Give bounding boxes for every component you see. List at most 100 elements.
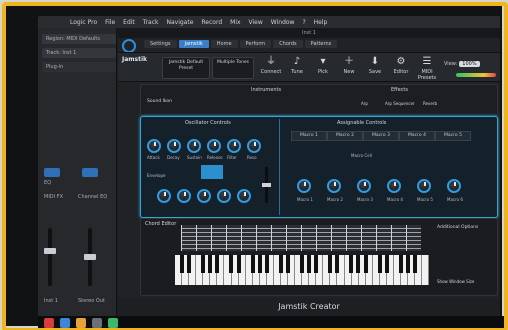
black-key[interactable] [328, 255, 333, 273]
black-key[interactable] [250, 255, 255, 273]
sound-slot[interactable]: Sound Ikon [147, 99, 172, 104]
menu-item[interactable]: View [249, 19, 263, 26]
macro-tab[interactable]: Macro 1 [291, 131, 327, 141]
effect-slot[interactable]: Reverb [423, 101, 437, 106]
menu-item[interactable]: Navigate [166, 19, 193, 26]
tab-home[interactable]: Home [210, 40, 238, 48]
black-key[interactable] [412, 255, 417, 273]
tone-selector[interactable]: Multiple Tones [212, 57, 254, 79]
menu-item[interactable]: Window [271, 19, 295, 26]
piano-keyboard[interactable] [175, 255, 430, 285]
sustain-knob[interactable] [187, 139, 201, 153]
fretboard[interactable] [181, 225, 421, 251]
black-key[interactable] [384, 255, 389, 273]
tab-perform[interactable]: Perform [239, 40, 272, 48]
macro3-knob[interactable] [357, 179, 371, 193]
depth-knob[interactable] [237, 189, 251, 203]
menu-item[interactable]: Logic Pro [70, 19, 97, 26]
midi-presets-button[interactable]: ☰ MIDI Presets [414, 55, 440, 81]
delay-knob[interactable] [197, 189, 211, 203]
macro5-knob[interactable] [417, 179, 431, 193]
view-zoom[interactable]: View: 100% [444, 61, 480, 67]
release-knob[interactable] [207, 139, 221, 153]
app-icon[interactable] [76, 318, 86, 328]
fader-handle[interactable] [84, 254, 96, 260]
macro-tab[interactable]: Macro 4 [399, 131, 435, 141]
effect-slot[interactable]: Arp Sequencer [385, 101, 415, 106]
env-knob[interactable] [157, 189, 171, 203]
black-key[interactable] [264, 255, 269, 273]
tab-jamstik[interactable]: Jamstik [178, 40, 209, 48]
power-icon[interactable] [122, 39, 136, 53]
menu-item[interactable]: Track [143, 19, 159, 26]
macro-tab[interactable]: Macro 5 [435, 131, 471, 141]
slider-handle[interactable] [262, 183, 271, 187]
tab-chords[interactable]: Chords [273, 40, 303, 48]
volume-meter[interactable] [456, 73, 496, 77]
black-key[interactable] [187, 255, 192, 273]
black-key[interactable] [229, 255, 234, 273]
black-key[interactable] [314, 255, 319, 273]
macro-tab[interactable]: Macro 3 [363, 131, 399, 141]
macro2-knob[interactable] [327, 179, 341, 193]
macro1-knob[interactable] [297, 179, 311, 193]
rate-knob[interactable] [217, 189, 231, 203]
app-icon[interactable] [92, 318, 102, 328]
macro-tab[interactable]: Macro 2 [327, 131, 363, 141]
black-key[interactable] [398, 255, 403, 273]
app-icon[interactable] [60, 318, 70, 328]
black-key[interactable] [180, 255, 185, 273]
black-key[interactable] [307, 255, 312, 273]
app-icon[interactable] [44, 318, 54, 328]
black-key[interactable] [356, 255, 361, 273]
volume-fader-inst[interactable] [44, 228, 56, 286]
save-button[interactable]: ⬇ Save [362, 55, 388, 79]
black-key[interactable] [363, 255, 368, 273]
menu-item[interactable]: Help [314, 19, 328, 26]
black-key[interactable] [257, 255, 262, 273]
tune-button[interactable]: ♪ Tune [284, 55, 310, 79]
menu-item[interactable]: Record [201, 19, 222, 26]
black-key[interactable] [278, 255, 283, 273]
menu-item[interactable]: Edit [123, 19, 135, 26]
plugin-slot[interactable]: Plug-in [42, 62, 116, 72]
black-key[interactable] [215, 255, 220, 273]
editor-button[interactable]: ⚙ Editor [388, 55, 414, 79]
pick-button[interactable]: ▾ Pick [310, 55, 336, 79]
filter-knob[interactable] [227, 139, 241, 153]
black-key[interactable] [349, 255, 354, 273]
black-key[interactable] [377, 255, 382, 273]
mix-slider[interactable] [262, 167, 271, 203]
black-key[interactable] [335, 255, 340, 273]
tab-patterns[interactable]: Patterns [304, 40, 338, 48]
inst-slot-button[interactable] [44, 168, 60, 177]
attack-knob[interactable] [147, 139, 161, 153]
black-key[interactable] [201, 255, 206, 273]
black-key[interactable] [236, 255, 241, 273]
connect-button[interactable]: ⏚ Connect [258, 55, 284, 79]
new-button[interactable]: ＋ New [336, 55, 362, 79]
black-key[interactable] [405, 255, 410, 273]
track-header[interactable]: Track: Inst 1 [42, 48, 116, 58]
preset-selector[interactable]: Jamstik Default Preset [162, 57, 210, 79]
macro4-knob[interactable] [387, 179, 401, 193]
black-key[interactable] [300, 255, 304, 273]
tab-settings[interactable]: Settings [144, 40, 177, 48]
black-key[interactable] [285, 255, 290, 273]
eq-slot-button[interactable] [82, 168, 98, 177]
show-window-button[interactable]: Show Window Size [437, 279, 474, 284]
reso-knob[interactable] [247, 139, 261, 153]
white-key[interactable] [422, 255, 430, 285]
region-header[interactable]: Region: MIDI Defaults [42, 34, 116, 44]
decay-knob[interactable] [167, 139, 181, 153]
menu-item[interactable]: File [105, 19, 115, 26]
black-key[interactable] [208, 255, 213, 273]
drive-knob[interactable] [177, 189, 191, 203]
effect-slot[interactable]: Arp [361, 101, 368, 106]
macro6-knob[interactable] [447, 179, 461, 193]
fader-handle[interactable] [44, 248, 56, 254]
app-icon[interactable] [108, 318, 118, 328]
menu-item[interactable]: ? [302, 19, 305, 26]
volume-fader-out[interactable] [84, 228, 96, 286]
menu-item[interactable]: Mix [230, 19, 240, 26]
